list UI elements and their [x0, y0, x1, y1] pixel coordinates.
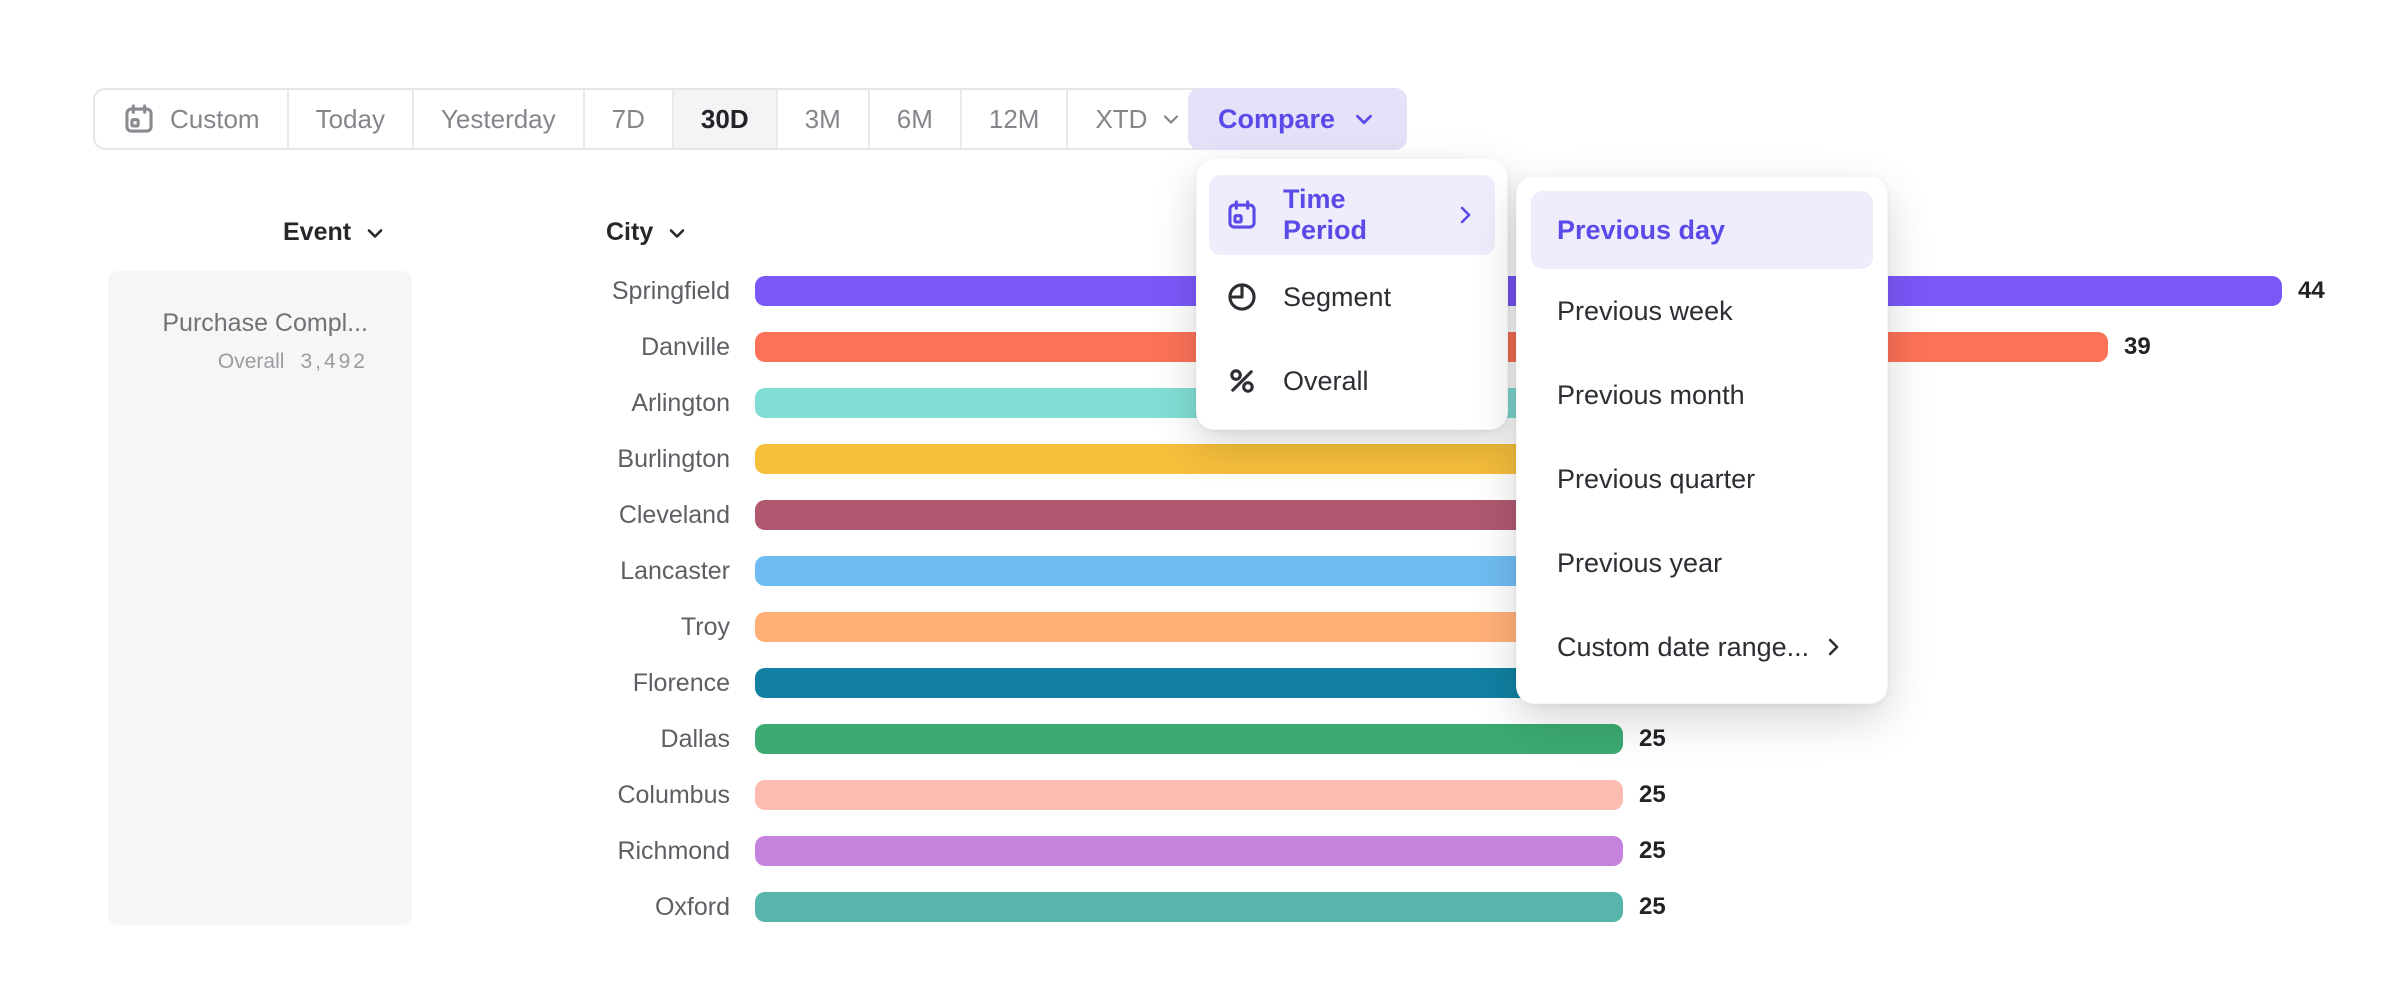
bar-value-label: 44 — [2298, 277, 2325, 305]
bar-oxford[interactable] — [755, 892, 1623, 922]
submenu-item-previous-quarter[interactable]: Previous quarter — [1531, 437, 1873, 521]
bar-category-label: Columbus — [0, 781, 730, 810]
bar-row-florence: Florence26 — [0, 668, 2394, 698]
bar-category-label: Troy — [0, 613, 730, 642]
bar-row-lancaster: Lancaster28 — [0, 556, 2394, 586]
menu-item-label: Previous year — [1557, 548, 1722, 579]
menu-item-label: Previous week — [1557, 296, 1733, 327]
menu-item-label: Overall — [1283, 366, 1369, 397]
compare-menu-item-segment[interactable]: Segment — [1209, 255, 1495, 339]
bar-row-burlington: Burlington30 — [0, 444, 2394, 474]
submenu-item-previous-week[interactable]: Previous week — [1531, 269, 1873, 353]
bar-columbus[interactable] — [755, 780, 1623, 810]
bar-dallas[interactable] — [755, 724, 1623, 754]
menu-item-label: Previous day — [1557, 215, 1725, 246]
bar-richmond[interactable] — [755, 836, 1623, 866]
submenu-item-previous-day[interactable]: Previous day — [1531, 191, 1873, 269]
bar-chart: Springfield44Danville39Arlington31Burlin… — [0, 0, 2394, 1004]
compare-menu-item-time-period[interactable]: Time Period — [1209, 175, 1495, 255]
bar-category-label: Danville — [0, 333, 730, 362]
bar-category-label: Oxford — [0, 893, 730, 922]
chevron-right-icon — [1819, 633, 1847, 661]
bar-category-label: Arlington — [0, 389, 730, 418]
bar-value-label: 39 — [2124, 333, 2151, 361]
time-period-submenu: Previous day Previous week Previous month P… — [1516, 176, 1888, 704]
bar-category-label: Lancaster — [0, 557, 730, 586]
bar-row-troy: Troy27 — [0, 612, 2394, 642]
chevron-right-icon — [1451, 201, 1479, 229]
bar-row-columbus: Columbus 25 — [0, 780, 2394, 810]
bar-category-label: Richmond — [0, 837, 730, 866]
compare-menu: Time Period Segment Overall — [1196, 158, 1508, 430]
bar-row-oxford: Oxford 25 — [0, 892, 2394, 922]
compare-menu-item-overall[interactable]: Overall — [1209, 339, 1495, 423]
bar-row-dallas: Dallas 25 — [0, 724, 2394, 754]
segment-icon — [1225, 280, 1259, 314]
bar-category-label: Florence — [0, 669, 730, 698]
bar-value-label: 25 — [1639, 781, 1666, 809]
bar-value-label: 25 — [1639, 725, 1666, 753]
bar-value-label: 25 — [1639, 893, 1666, 921]
menu-item-label: Previous quarter — [1557, 464, 1755, 495]
bar-category-label: Dallas — [0, 725, 730, 754]
submenu-item-custom-date-range[interactable]: Custom date range... — [1531, 605, 1873, 689]
calendar-icon — [1225, 198, 1259, 232]
bar-row-cleveland: Cleveland29 — [0, 500, 2394, 530]
submenu-item-previous-year[interactable]: Previous year — [1531, 521, 1873, 605]
menu-item-label: Segment — [1283, 282, 1391, 313]
menu-item-label: Time Period — [1283, 184, 1427, 246]
submenu-item-previous-month[interactable]: Previous month — [1531, 353, 1873, 437]
menu-item-label: Custom date range... — [1557, 632, 1809, 663]
bar-category-label: Cleveland — [0, 501, 730, 530]
app-canvas: CustomTodayYesterday7D30D3M6M12MXTD Comp… — [0, 0, 2394, 1004]
bar-category-label: Springfield — [0, 277, 730, 306]
percent-icon — [1225, 364, 1259, 398]
menu-item-label: Previous month — [1557, 380, 1745, 411]
bar-row-richmond: Richmond 25 — [0, 836, 2394, 866]
bar-value-label: 25 — [1639, 837, 1666, 865]
bar-category-label: Burlington — [0, 445, 730, 474]
